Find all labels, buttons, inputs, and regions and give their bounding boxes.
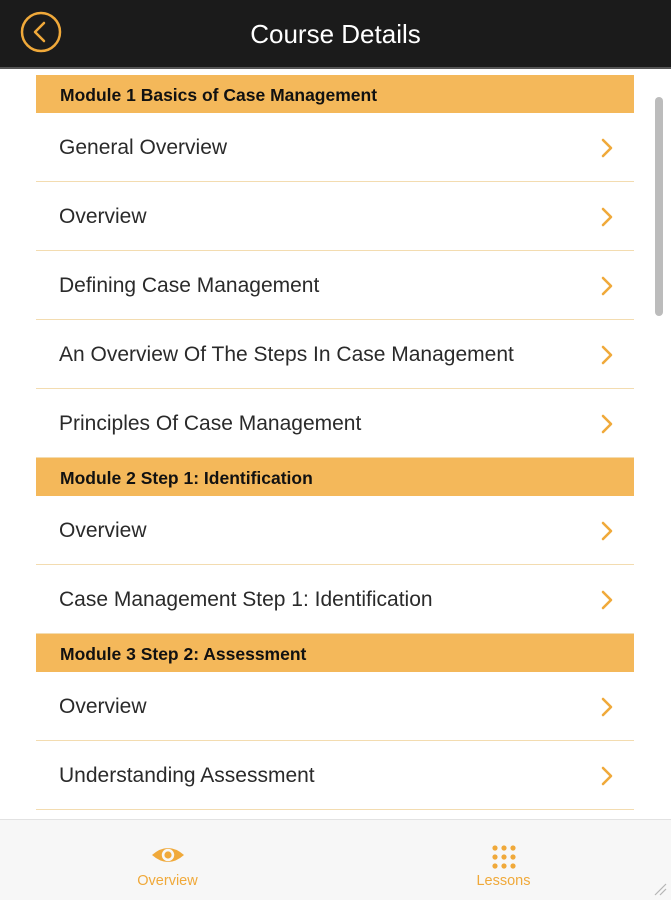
tab-lessons[interactable]: Lessons	[336, 820, 671, 901]
lesson-label: An Overview Of The Steps In Case Managem…	[59, 343, 514, 366]
lesson-row[interactable]: An Overview Of The Steps In Case Managem…	[36, 320, 634, 389]
chevron-right-icon	[601, 138, 613, 158]
lesson-row[interactable]: Overview	[36, 672, 634, 741]
chevron-right-icon	[601, 766, 613, 786]
lesson-row[interactable]: Defining Case Management	[36, 251, 634, 320]
lesson-label: Understanding Assessment	[59, 764, 315, 787]
tab-label: Overview	[137, 873, 198, 889]
lesson-label: Overview	[59, 695, 147, 718]
top-bar: Course Details	[0, 0, 671, 69]
back-button[interactable]	[20, 11, 62, 53]
eye-icon	[151, 848, 184, 862]
chevron-right-icon	[601, 590, 613, 610]
tab-overview[interactable]: Overview	[0, 820, 335, 901]
bottom-tab-bar: Overview Lessons	[0, 819, 671, 900]
lesson-row[interactable]: General Overview	[36, 113, 634, 182]
lesson-label: Case Management Step 1: Identification	[59, 588, 433, 611]
module-header: Module 2 Step 1: Identification	[36, 458, 634, 496]
chevron-right-icon	[601, 521, 613, 541]
lesson-label: Defining Case Management	[59, 274, 320, 297]
lesson-row[interactable]: Overview	[36, 182, 634, 251]
lesson-label: Principles Of Case Management	[59, 412, 362, 435]
chevron-right-icon	[601, 207, 613, 227]
lesson-label: Overview	[59, 519, 147, 542]
back-circle-icon	[20, 11, 62, 53]
tab-label: Lessons	[476, 873, 531, 889]
lesson-row[interactable]: Case Management Step 1: Identification	[36, 565, 634, 634]
scrollbar-thumb[interactable]	[655, 97, 663, 316]
module-header: Module 1 Basics of Case Management	[36, 75, 634, 113]
chevron-right-icon	[601, 414, 613, 434]
course-content[interactable]: Module 1 Basics of Case Management Gener…	[0, 69, 671, 819]
lesson-row[interactable]: Understanding Assessment	[36, 741, 634, 810]
lesson-row[interactable]: Principles Of Case Management	[36, 389, 634, 458]
lesson-row[interactable]: Overview	[36, 496, 634, 565]
module-list: Module 1 Basics of Case Management Gener…	[36, 75, 634, 810]
lesson-label: General Overview	[59, 136, 228, 159]
chevron-right-icon	[601, 276, 613, 296]
page-title: Course Details	[250, 19, 421, 49]
chevron-right-icon	[601, 345, 613, 365]
grid-icon	[491, 845, 516, 869]
module-header: Module 3 Step 2: Assessment	[36, 634, 634, 672]
chevron-right-icon	[601, 697, 613, 717]
lesson-label: Overview	[59, 205, 147, 228]
resize-grip-icon[interactable]	[653, 882, 667, 896]
